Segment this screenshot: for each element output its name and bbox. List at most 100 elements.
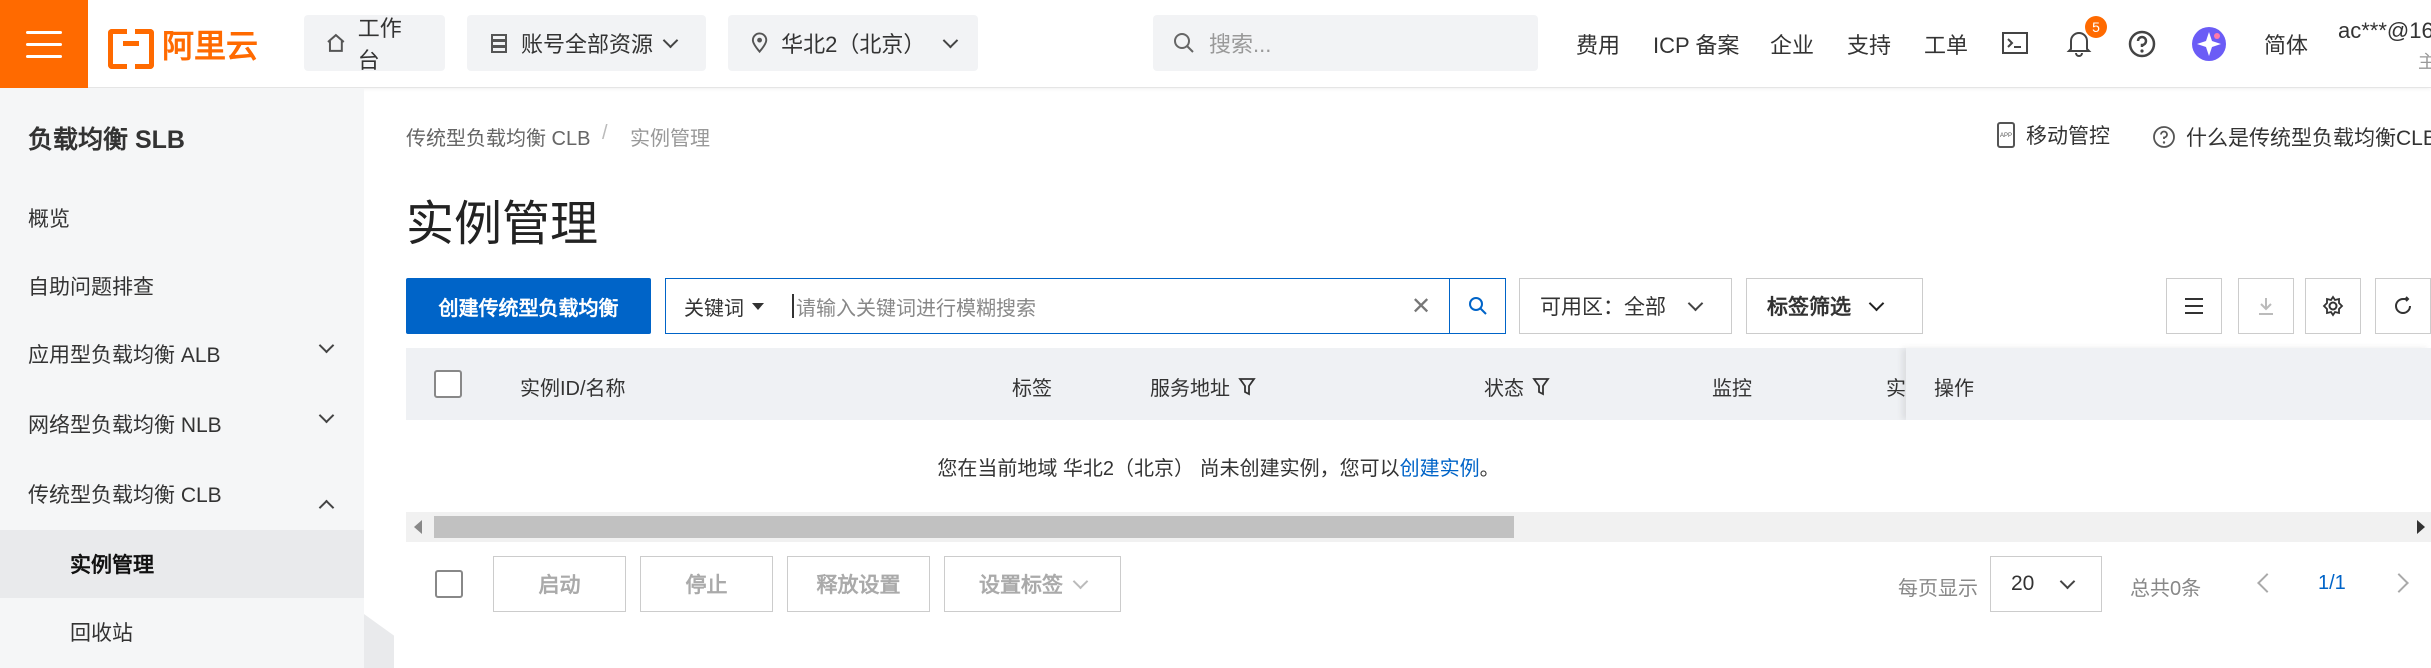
notification-badge: 5: [2085, 16, 2107, 38]
set-tags-label: 设置标签: [979, 574, 1063, 597]
select-all-checkbox[interactable]: [434, 370, 462, 398]
mobile-control-link[interactable]: APP 移动管控: [1996, 120, 2110, 150]
language-switch[interactable]: 简体: [2264, 28, 2308, 60]
top-navbar: 阿里云 工作台 账号全部资源 华北2（北京） 搜索... 费用 ICP 备案 企…: [0, 0, 2431, 88]
chevron-down-icon: [318, 337, 335, 354]
scroll-right-icon[interactable]: [2417, 520, 2425, 534]
sidebar-item-label: 实例管理: [70, 554, 154, 577]
workbench-label: 工作台: [357, 16, 402, 73]
stop-button[interactable]: 停止: [640, 556, 773, 612]
nav-link-billing[interactable]: 费用: [1576, 28, 1620, 60]
search-button[interactable]: [1449, 279, 1505, 333]
create-instance-link[interactable]: 创建实例: [1400, 452, 1480, 481]
page-size-select[interactable]: 20: [1990, 556, 2102, 612]
select-all-footer-checkbox[interactable]: [435, 570, 463, 598]
mobile-app-icon: APP: [1997, 122, 2015, 148]
settings-button[interactable]: [2305, 278, 2361, 334]
export-button[interactable]: [2238, 278, 2294, 334]
scroll-left-icon[interactable]: [414, 520, 422, 534]
zone-filter-label: 可用区：: [1540, 296, 1624, 319]
breadcrumb-clb[interactable]: 传统型负载均衡 CLB: [406, 122, 590, 151]
column-actions: 操作: [1934, 378, 1974, 400]
keyword-type-select[interactable]: 关键词: [666, 279, 778, 333]
keyword-search-placeholder: 请输入关键词进行模糊搜索: [796, 297, 1036, 320]
tag-filter-button[interactable]: 标签筛选: [1746, 278, 1923, 334]
create-clb-button[interactable]: 创建传统型负载均衡: [406, 278, 651, 334]
prev-page-icon[interactable]: [2257, 573, 2277, 593]
database-icon: [491, 34, 507, 53]
filter-icon[interactable]: [1532, 377, 1550, 397]
horizontal-scrollbar[interactable]: [406, 512, 2431, 542]
list-view-button[interactable]: [2166, 278, 2222, 334]
sidebar-item-label: 自助问题排查: [28, 276, 154, 299]
column-status: 状态: [1484, 372, 1550, 401]
checkbox[interactable]: [435, 570, 463, 598]
global-search-input[interactable]: 搜索...: [1153, 15, 1538, 71]
page-size-value: 20: [2011, 572, 2035, 595]
help-icon[interactable]: [2127, 29, 2157, 59]
help-circle-icon: [2153, 126, 2175, 148]
text-cursor: [792, 294, 794, 318]
column-monitor: 监控: [1712, 378, 1752, 400]
terminal-icon[interactable]: [2001, 31, 2029, 55]
scrollbar-thumb[interactable]: [434, 516, 1514, 538]
aliyun-logo[interactable]: 阿里云: [108, 22, 259, 69]
sidebar-collapse-handle[interactable]: [364, 614, 394, 668]
column-instance-id: 实例ID/名称: [520, 378, 626, 400]
account-name[interactable]: ac***@16: [2338, 18, 2431, 44]
sidebar-item-clb[interactable]: 传统型负载均衡 CLB: [0, 460, 364, 528]
sidebar-item-label: 回收站: [70, 622, 133, 645]
sidebar-item-label: 网络型负载均衡 NLB: [28, 414, 222, 437]
refresh-icon: [2395, 296, 2411, 314]
chevron-down-icon: [1072, 573, 1089, 589]
table-empty-row: 您在当前地域 华北2（北京） 尚未创建实例，您可以 创建实例。: [406, 420, 2431, 512]
nav-link-support[interactable]: 支持: [1847, 28, 1891, 60]
chevron-down-icon: [662, 32, 679, 48]
page-indicator: 1/1: [2318, 572, 2346, 594]
workbench-button[interactable]: 工作台: [304, 15, 445, 73]
chevron-down-icon: [2060, 573, 2076, 589]
chevron-down-icon: [1868, 295, 1885, 311]
home-icon: [327, 33, 345, 52]
release-settings-button[interactable]: 释放设置: [787, 556, 930, 612]
sidebar-item-overview[interactable]: 概览: [0, 184, 364, 252]
clear-icon[interactable]: ✕: [1393, 279, 1449, 333]
resources-label: 账号全部资源: [521, 32, 654, 57]
resources-dropdown[interactable]: 账号全部资源: [467, 15, 706, 71]
region-label: 华北2（北京）: [781, 32, 926, 57]
chevron-down-icon: [943, 32, 959, 48]
sidebar-item-troubleshoot[interactable]: 自助问题排查: [0, 252, 364, 320]
zone-filter-dropdown[interactable]: 可用区： 全部: [1519, 278, 1732, 334]
filter-icon[interactable]: [1238, 377, 1256, 397]
refresh-button[interactable]: [2375, 278, 2431, 334]
set-tags-button[interactable]: 设置标签: [944, 556, 1121, 612]
what-is-clb-link[interactable]: 什么是传统型负载均衡CLB: [2152, 122, 2431, 152]
nav-link-ticket[interactable]: 工单: [1924, 28, 1968, 60]
instance-search-group: 关键词 请输入关键词进行模糊搜索 ✕: [665, 278, 1506, 334]
sidebar-item-alb[interactable]: 应用型负载均衡 ALB: [0, 320, 364, 388]
list-icon: [2185, 298, 2203, 314]
empty-message: 您在当前地域 华北2（北京） 尚未创建实例，您可以: [937, 457, 1400, 480]
keyword-search-input[interactable]: 请输入关键词进行模糊搜索: [778, 279, 1393, 333]
sidebar-item-instances[interactable]: 实例管理: [0, 530, 364, 598]
breadcrumb-separator: /: [602, 122, 608, 144]
nav-link-enterprise[interactable]: 企业: [1770, 28, 1814, 60]
start-button[interactable]: 启动: [493, 556, 626, 612]
account-type: 主: [2418, 52, 2431, 72]
brand-name: 阿里云: [162, 28, 259, 64]
sidebar-item-recycle-bin[interactable]: 回收站: [0, 598, 364, 666]
region-dropdown[interactable]: 华北2（北京）: [728, 15, 978, 71]
what-is-clb-label: 什么是传统型负载均衡CLB: [2186, 127, 2431, 150]
svg-text:APP: APP: [2000, 133, 2012, 139]
menu-icon[interactable]: [0, 0, 88, 88]
page-size-label: 每页显示: [1898, 578, 1978, 600]
search-icon: [1174, 33, 1194, 53]
sidebar-item-nlb[interactable]: 网络型负载均衡 NLB: [0, 390, 364, 458]
ai-assistant-icon[interactable]: [2191, 26, 2227, 62]
nav-link-icp[interactable]: ICP 备案: [1653, 28, 1739, 60]
next-page-icon[interactable]: [2389, 573, 2409, 593]
gear-icon: [2322, 295, 2344, 317]
caret-down-icon: [752, 302, 764, 310]
checkbox[interactable]: [434, 370, 462, 398]
chevron-down-icon: [318, 407, 335, 424]
